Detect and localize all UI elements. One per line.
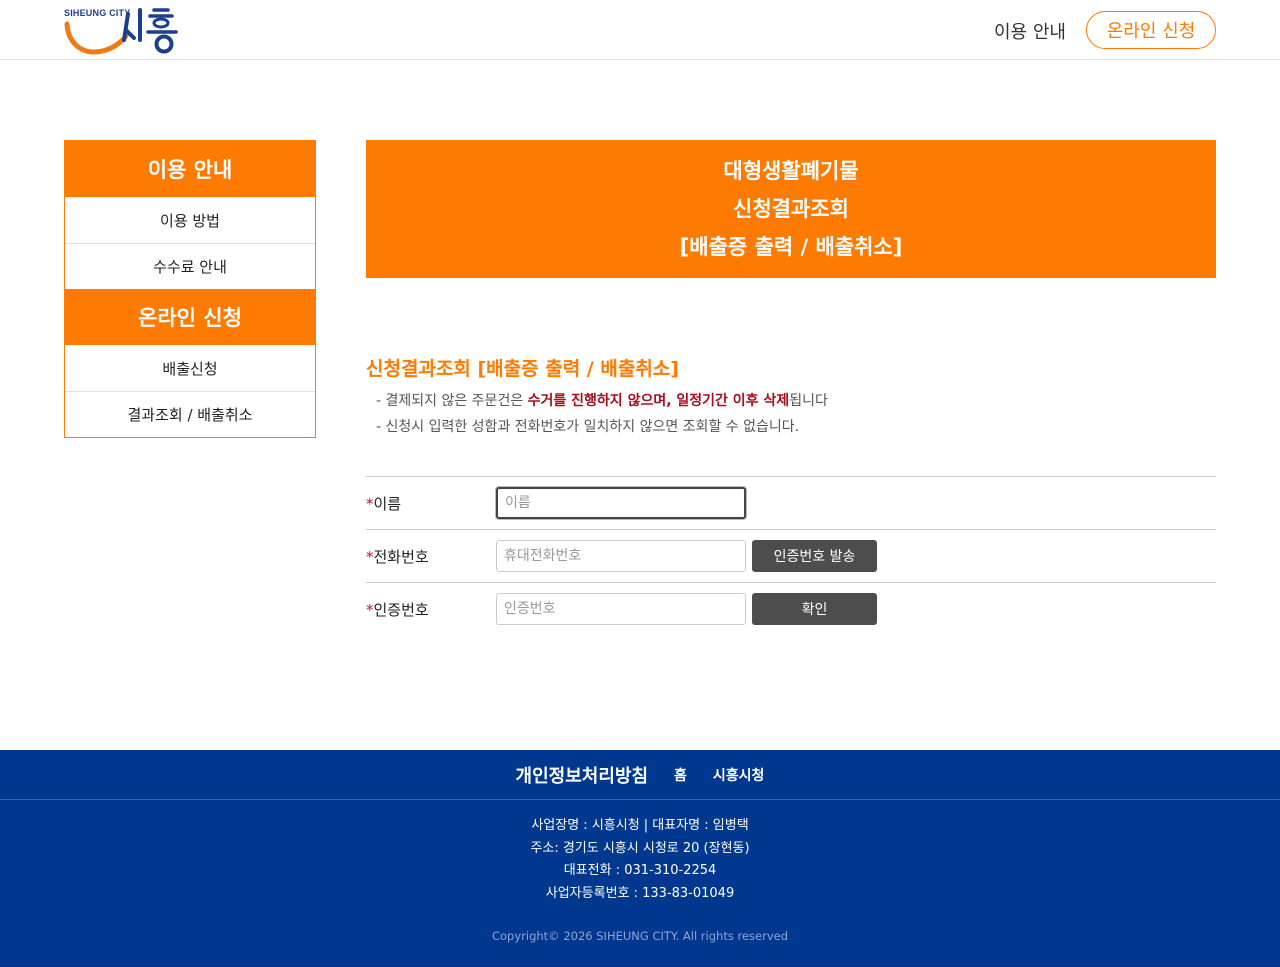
banner-line-3: [배출증 출력 / 배출취소] <box>679 235 903 259</box>
banner-line-1: 대형생활폐기물 <box>723 159 859 183</box>
name-label-text: 이름 <box>373 495 402 513</box>
notice-text: - 결제되지 않은 주문건은 <box>376 393 528 409</box>
notice-item: - 신청시 입력한 성함과 전화번호가 일치하지 않으면 조회할 수 없습니다. <box>376 419 800 435</box>
code-label: *인증번호 <box>366 599 429 620</box>
lookup-form: *이름 *전화번호 인증번호 발송 *인증번호 확인 <box>366 476 1216 636</box>
sidebar-heading-guide[interactable]: 이용 안내 <box>65 141 315 197</box>
site-header: SIHEUNG CITY 이용 안내 온라인 신청 <box>0 0 1280 60</box>
name-input[interactable] <box>496 487 746 519</box>
siheung-logo[interactable]: SIHEUNG CITY <box>64 6 184 56</box>
notice-list: - 결제되지 않은 주문건은 수거를 진행하지 않으며, 일정기간 이후 삭제됩… <box>376 388 828 440</box>
form-row-code: *인증번호 확인 <box>366 583 1216 636</box>
home-link[interactable]: 홈 <box>674 765 687 785</box>
form-row-phone: *전화번호 인증번호 발송 <box>366 530 1216 583</box>
nav-apply-button[interactable]: 온라인 신청 <box>1086 11 1216 49</box>
footer-info: 사업장명 : 시흥시청 | 대표자명 : 임병택 주소: 경기도 시흥시 시청로… <box>0 815 1280 905</box>
footer-links: 개인정보처리방침 홈 시흥시청 <box>0 750 1280 800</box>
phone-label-text: 전화번호 <box>373 548 429 566</box>
required-mark: * <box>366 495 374 513</box>
sidebar-item-fees[interactable]: 수수료 안내 <box>65 243 315 289</box>
footer-address: 주소: 경기도 시흥시 시청로 20 (장현동) <box>530 840 750 856</box>
footer-registration: 사업자등록번호 : 133-83-01049 <box>545 885 735 901</box>
sidebar-item-usage[interactable]: 이용 방법 <box>65 197 315 243</box>
notice-emphasis: 수거를 진행하지 않으며, 일정기간 이후 삭제 <box>527 393 790 409</box>
notice-item: - 결제되지 않은 주문건은 수거를 진행하지 않으며, 일정기간 이후 삭제됩… <box>376 388 828 414</box>
code-input[interactable] <box>496 593 746 625</box>
confirm-button[interactable]: 확인 <box>752 593 877 625</box>
send-code-button[interactable]: 인증번호 발송 <box>752 540 877 572</box>
sidebar-item-request[interactable]: 배출신청 <box>65 345 315 391</box>
section-title: 신청결과조회 [배출증 출력 / 배출취소] <box>366 358 679 380</box>
sidebar-item-result[interactable]: 결과조회 / 배출취소 <box>65 391 315 437</box>
form-row-name: *이름 <box>366 477 1216 530</box>
phone-input[interactable] <box>496 540 746 572</box>
name-label: *이름 <box>366 493 401 514</box>
copyright: Copyright© 2026 SIHEUNG CITY. All rights… <box>491 929 789 943</box>
required-mark: * <box>366 601 374 619</box>
page-banner: 대형생활폐기물 신청결과조회 [배출증 출력 / 배출취소] <box>366 140 1216 278</box>
privacy-policy-link[interactable]: 개인정보처리방침 <box>516 762 648 788</box>
city-hall-link[interactable]: 시흥시청 <box>713 765 765 785</box>
nav-guide-link[interactable]: 이용 안내 <box>994 18 1066 44</box>
banner-line-2: 신청결과조회 <box>733 197 849 221</box>
sidebar: 이용 안내 이용 방법 수수료 안내 온라인 신청 배출신청 결과조회 / 배출… <box>64 140 316 438</box>
code-label-text: 인증번호 <box>373 601 429 619</box>
logo-mark-icon <box>64 8 178 55</box>
notice-text: 됩니다 <box>789 393 828 409</box>
phone-label: *전화번호 <box>366 546 429 567</box>
required-mark: * <box>366 548 374 566</box>
footer-phone: 대표전화 : 031-310-2254 <box>563 863 717 878</box>
sidebar-heading-apply[interactable]: 온라인 신청 <box>65 289 315 345</box>
footer-business: 사업장명 : 시흥시청 | 대표자명 : 임병택 <box>531 818 749 833</box>
site-footer: 개인정보처리방침 홈 시흥시청 사업장명 : 시흥시청 | 대표자명 : 임병택… <box>0 750 1280 967</box>
